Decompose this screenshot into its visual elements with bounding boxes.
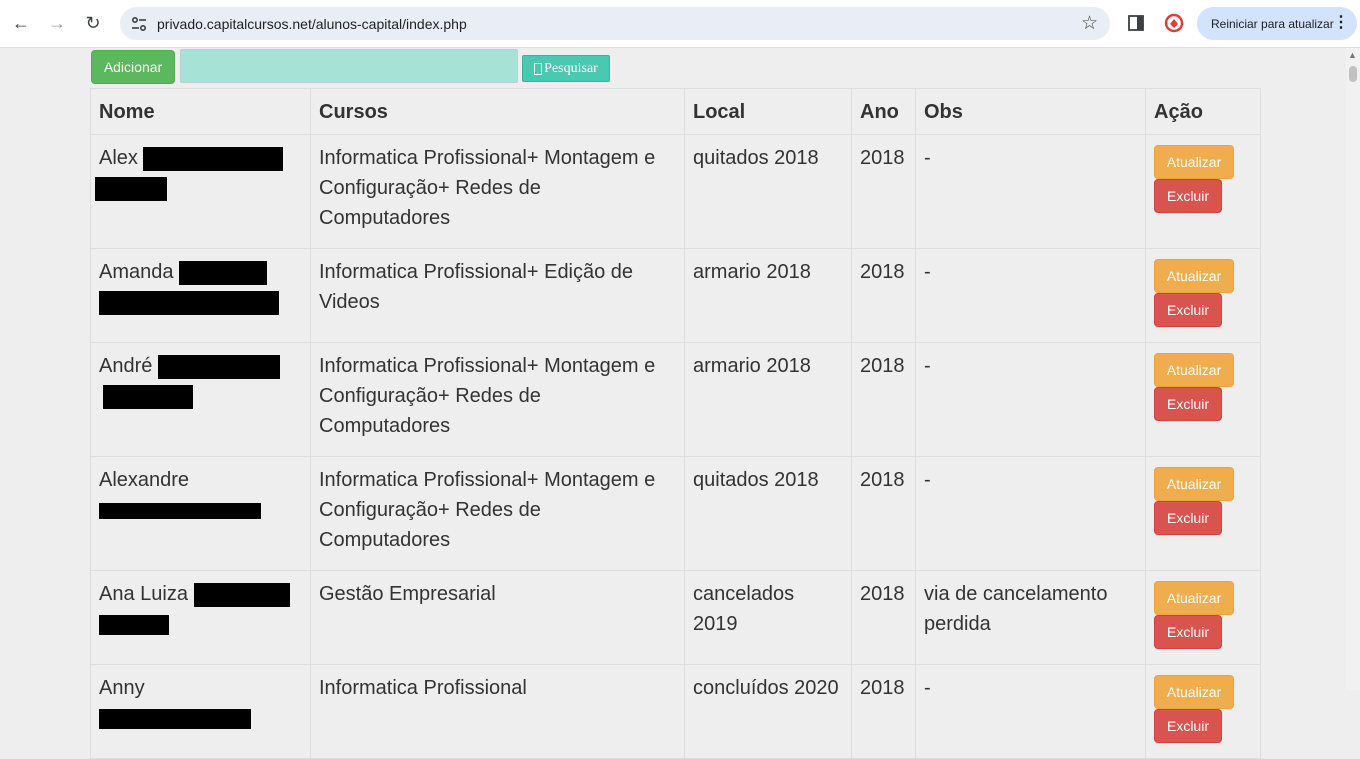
scroll-up-arrow-icon[interactable]: ▲ xyxy=(1348,50,1357,60)
cell-acao: Atualizar Excluir xyxy=(1145,248,1261,343)
student-name: Alexandre xyxy=(99,469,190,491)
cell-local: cancelados 2019 xyxy=(684,570,852,665)
site-settings-icon[interactable] xyxy=(130,15,148,33)
address-bar[interactable]: privado.capitalcursos.net/alunos-capital… xyxy=(120,7,1110,40)
extension-icon[interactable] xyxy=(1163,12,1185,34)
cell-local: quitados 2018 xyxy=(684,134,852,249)
search-button[interactable]: Pesquisar xyxy=(522,55,610,82)
cell-cursos: Informatica Profissional+ Montagem e Con… xyxy=(310,134,685,249)
add-button[interactable]: Adicionar xyxy=(91,50,175,84)
header-obs: Obs xyxy=(915,88,1146,135)
update-button[interactable]: Atualizar xyxy=(1154,353,1234,387)
table-row: André Informatica Profissional+ Montagem… xyxy=(90,342,1261,457)
cell-ano: 2018 xyxy=(851,248,916,343)
forward-arrow-icon[interactable]: → xyxy=(42,8,72,38)
cell-acao: Atualizar Excluir xyxy=(1145,342,1261,457)
cell-obs: - xyxy=(915,248,1146,343)
cell-cursos: Informatica Profissional xyxy=(310,664,685,759)
delete-button[interactable]: Excluir xyxy=(1154,615,1222,649)
scroll-thumb[interactable] xyxy=(1349,66,1357,82)
table-row: Amanda Informatica Profissional+ Edição … xyxy=(90,248,1261,343)
cell-local: armario 2018 xyxy=(684,342,852,457)
cell-obs: - xyxy=(915,456,1146,571)
cell-nome: Alex xyxy=(90,134,311,249)
cell-acao: Atualizar Excluir xyxy=(1145,456,1261,571)
delete-button[interactable]: Excluir xyxy=(1154,709,1222,743)
cell-local: armario 2018 xyxy=(684,248,852,343)
cell-nome: Anny xyxy=(90,664,311,759)
cell-cursos: Informatica Profissional+ Edição de Vide… xyxy=(310,248,685,343)
student-name: Anny xyxy=(99,677,145,699)
header-local: Local xyxy=(684,88,852,135)
url-text[interactable]: privado.capitalcursos.net/alunos-capital… xyxy=(157,16,467,32)
redacted-block xyxy=(99,708,251,729)
cell-acao: Atualizar Excluir xyxy=(1145,570,1261,665)
cell-ano: 2018 xyxy=(851,570,916,665)
back-arrow-icon[interactable]: ← xyxy=(6,8,36,38)
search-button-label: Pesquisar xyxy=(544,60,598,76)
cell-local: quitados 2018 xyxy=(684,456,852,571)
reload-icon[interactable]: ↻ xyxy=(78,8,108,38)
table-row: Alex Informatica Profissional+ Montagem … xyxy=(90,134,1261,249)
cell-nome: André xyxy=(90,342,311,457)
cell-acao: Atualizar Excluir xyxy=(1145,664,1261,759)
redacted-block xyxy=(99,290,279,315)
redacted-block xyxy=(179,260,268,285)
cell-nome: Amanda xyxy=(90,248,311,343)
restart-to-update-button[interactable]: Reiniciar para atualizar ⋮ xyxy=(1197,7,1357,40)
delete-button[interactable]: Excluir xyxy=(1154,179,1222,213)
update-button[interactable]: Atualizar xyxy=(1154,467,1234,501)
bookmark-star-icon[interactable]: ☆ xyxy=(1081,12,1098,35)
redacted-block xyxy=(143,146,284,171)
update-button[interactable]: Atualizar xyxy=(1154,259,1234,293)
delete-button[interactable]: Excluir xyxy=(1154,387,1222,421)
header-ano: Ano xyxy=(851,88,916,135)
student-name: André xyxy=(99,355,153,377)
header-acao: Ação xyxy=(1145,88,1261,135)
cell-obs: - xyxy=(915,342,1146,457)
cell-ano: 2018 xyxy=(851,456,916,571)
redacted-block xyxy=(99,614,169,635)
redacted-block xyxy=(157,354,280,379)
cell-nome: Alexandre xyxy=(90,456,311,571)
cell-obs: - xyxy=(915,664,1146,759)
cell-cursos: Informatica Profissional+ Montagem e Con… xyxy=(310,342,685,457)
students-table: Nome Cursos Local Ano Obs Ação Alex Info… xyxy=(90,88,1261,759)
table-header-row: Nome Cursos Local Ano Obs Ação xyxy=(90,88,1261,135)
redacted-block xyxy=(103,384,193,409)
update-button[interactable]: Atualizar xyxy=(1154,675,1234,709)
cell-cursos: Gestão Empresarial xyxy=(310,570,685,665)
side-panel-icon[interactable] xyxy=(1128,15,1144,31)
cell-ano: 2018 xyxy=(851,342,916,457)
update-button[interactable]: Atualizar xyxy=(1154,145,1234,179)
delete-button[interactable]: Excluir xyxy=(1154,501,1222,535)
menu-kebab-icon[interactable]: ⋮ xyxy=(1333,14,1349,32)
restart-to-update-label: Reiniciar para atualizar xyxy=(1211,17,1334,31)
cell-ano: 2018 xyxy=(851,664,916,759)
student-name: Alex xyxy=(99,147,138,169)
cell-acao: Atualizar Excluir xyxy=(1145,134,1261,249)
update-button[interactable]: Atualizar xyxy=(1154,581,1234,615)
redacted-block xyxy=(193,582,290,607)
cell-obs: - xyxy=(915,134,1146,249)
search-glyph-icon xyxy=(534,62,543,75)
cell-cursos: Informatica Profissional+ Montagem e Con… xyxy=(310,456,685,571)
header-cursos: Cursos xyxy=(310,88,685,135)
cell-nome: Ana Luiza xyxy=(90,570,311,665)
cell-ano: 2018 xyxy=(851,134,916,249)
table-row: Alexandre Informatica Profissional+ Mont… xyxy=(90,456,1261,571)
search-input[interactable] xyxy=(180,49,518,83)
table-row: Ana Luiza Gestão Empresarial cancelados … xyxy=(90,570,1261,665)
student-name: Amanda xyxy=(99,261,174,283)
delete-button[interactable]: Excluir xyxy=(1154,293,1222,327)
cell-obs: via de cancelamento perdida xyxy=(915,570,1146,665)
redacted-block xyxy=(95,176,167,201)
cell-local: concluídos 2020 xyxy=(684,664,852,759)
browser-toolbar: ← → ↻ privado.capitalcursos.net/alunos-c… xyxy=(0,0,1360,48)
header-nome: Nome xyxy=(90,88,311,135)
redacted-block xyxy=(99,502,261,519)
student-name: Ana Luiza xyxy=(99,583,188,605)
page-scrollbar[interactable]: ▲ xyxy=(1346,48,1360,690)
table-row: Anny Informatica Profissional concluídos… xyxy=(90,664,1261,759)
